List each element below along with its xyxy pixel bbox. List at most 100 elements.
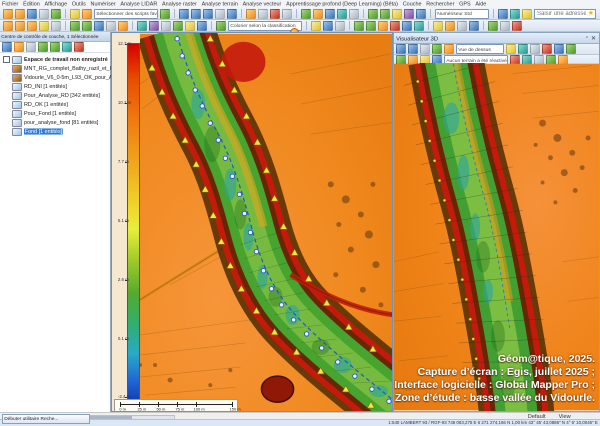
menu-rechercher[interactable]: Rechercher	[426, 0, 454, 7]
layer-row-pour-analyse-fond[interactable]: pour_analyse_fond [81 entités]	[3, 118, 110, 127]
viewer-3d-titlebar[interactable]: Visualisateur 3D ▫ ✕	[394, 33, 599, 44]
contour-icon[interactable]	[414, 21, 424, 31]
v3d-walk-icon[interactable]	[420, 44, 430, 54]
lidar-profile-icon[interactable]	[137, 21, 147, 31]
menu-outils[interactable]: Outils	[72, 0, 86, 7]
zoom-full-icon[interactable]	[203, 9, 213, 19]
vector-layer-icon[interactable]	[12, 119, 22, 127]
path-profile-icon[interactable]	[301, 9, 311, 19]
zoom-in-icon[interactable]	[179, 9, 189, 19]
v3d-wireframe-icon[interactable]	[530, 44, 540, 54]
screenshot-icon[interactable]	[457, 21, 467, 31]
lidar-classify-veg-icon[interactable]	[380, 9, 390, 19]
pan-icon[interactable]	[215, 9, 225, 19]
v3d-fly-icon[interactable]	[432, 44, 442, 54]
viewer-close-icon[interactable]: ✕	[591, 35, 596, 42]
lidar-color-icon[interactable]	[197, 21, 207, 31]
menu-edition[interactable]: Édition	[23, 0, 40, 7]
layer-row-pour-analyse-rd[interactable]: Pour_Analyse_RD [342 entités]	[3, 91, 110, 100]
layer-metadata-icon[interactable]	[62, 42, 72, 52]
menu-gps[interactable]: GPS	[459, 0, 470, 7]
pause-icon[interactable]	[500, 21, 510, 31]
v3d-zoom-out-icon[interactable]	[408, 44, 418, 54]
layer-row-vidourle[interactable]: Vidourle_V6_0-5m_L93_OK_pour_Act_remblai	[3, 73, 110, 82]
favorites-icon[interactable]	[70, 9, 80, 19]
vector-layer-icon[interactable]	[12, 110, 22, 118]
open-file-icon[interactable]	[3, 9, 13, 19]
previous-view-icon[interactable]	[227, 9, 237, 19]
save-icon[interactable]	[27, 9, 37, 19]
workspace-root-row[interactable]: Espace de travail non enregistré	[3, 55, 110, 64]
v3d-info-icon[interactable]	[554, 44, 564, 54]
draw-point-icon[interactable]	[3, 21, 13, 31]
v3d-capture-icon[interactable]	[542, 44, 552, 54]
layer-zoom-icon[interactable]	[2, 42, 12, 52]
lidar-cross-section-icon[interactable]	[149, 21, 159, 31]
menu-couche[interactable]: Couche	[403, 0, 422, 7]
terrain-cut-icon[interactable]	[390, 21, 400, 31]
menu-aide[interactable]: Aide	[475, 0, 486, 7]
export-icon[interactable]	[51, 9, 61, 19]
draw-area-icon[interactable]	[27, 21, 37, 31]
vector-layer-icon[interactable]	[12, 83, 22, 91]
zoom-out-icon[interactable]	[191, 9, 201, 19]
globe-3d-icon[interactable]	[510, 9, 520, 19]
menu-analyse-raster[interactable]: Analyse raster	[162, 0, 197, 7]
lidar-select-icon[interactable]	[161, 21, 171, 31]
layer-up-icon[interactable]	[38, 42, 48, 52]
draw-text-icon[interactable]	[51, 21, 61, 31]
terrain-fill-icon[interactable]	[378, 21, 388, 31]
layer-add-icon[interactable]	[14, 42, 24, 52]
workspace-checkbox[interactable]	[3, 56, 10, 63]
measure-icon[interactable]	[313, 9, 323, 19]
watershed-icon[interactable]	[402, 21, 412, 31]
sun-shading-icon[interactable]	[433, 21, 443, 31]
map-canvas[interactable]	[140, 33, 393, 412]
layer-row-fond-selected[interactable]: Fond [1 entités]	[3, 127, 110, 136]
v3d-sun-icon[interactable]	[506, 44, 516, 54]
classification-check-icon[interactable]	[216, 21, 226, 31]
table-icon[interactable]	[335, 21, 345, 31]
raster-layer-icon[interactable]	[12, 74, 22, 82]
v3d-reset-view-icon[interactable]	[444, 44, 454, 54]
trace-icon[interactable]	[106, 21, 116, 31]
lidar-ground-icon[interactable]	[173, 21, 183, 31]
favorite-star-icon[interactable]: ★	[588, 10, 595, 18]
share-icon[interactable]	[469, 21, 479, 31]
apply-script-icon[interactable]	[160, 9, 170, 19]
lidar-toolbox-icon[interactable]	[416, 9, 426, 19]
v3d-view-combo[interactable]: Vue de dessus▼	[456, 44, 504, 54]
vertex-edit-icon[interactable]	[70, 21, 80, 31]
v3d-zoom-in-icon[interactable]	[396, 44, 406, 54]
menu-numeriser[interactable]: Numériser	[91, 0, 116, 7]
digitizer-mode-combo[interactable]: Numériseur Std▼	[435, 9, 489, 19]
address-search-input[interactable]	[535, 10, 588, 18]
viewer-minimize-icon[interactable]: ▫	[586, 35, 588, 42]
settings-icon[interactable]	[349, 9, 359, 19]
vector-layer-icon[interactable]	[12, 92, 22, 100]
delete-feature-icon[interactable]	[270, 9, 280, 19]
lidar-classify-ground-icon[interactable]	[368, 9, 378, 19]
record-icon[interactable]	[512, 21, 522, 31]
menu-fichier[interactable]: Fichier	[2, 0, 18, 7]
draw-rectangle-icon[interactable]	[39, 21, 49, 31]
layer-remove-icon[interactable]	[74, 42, 84, 52]
layer-row-rd-ok[interactable]: RD_OK [1 entités]	[3, 100, 110, 109]
lidar-noise-icon[interactable]	[185, 21, 195, 31]
filter-icon[interactable]	[311, 21, 321, 31]
digitizer-icon[interactable]	[246, 9, 256, 19]
menu-analyse-vecteur[interactable]: Analyse vecteur	[243, 0, 282, 7]
raster-layer-icon[interactable]	[12, 65, 22, 73]
layer-row-pour-fond[interactable]: Pour_Fond [1 entités]	[3, 109, 110, 118]
scripts-favorites-combo[interactable]: Sélectionner des scripts favo▼	[94, 9, 158, 19]
search-utility-tab[interactable]: Débuter utilitaire Reche...	[2, 414, 90, 424]
buffer-icon[interactable]	[118, 21, 128, 31]
lidar-filter-icon[interactable]	[404, 9, 414, 19]
camera-icon[interactable]	[445, 21, 455, 31]
globe-night-icon[interactable]	[522, 9, 532, 19]
menu-analyse-lidar[interactable]: Analyse LIDAR	[120, 0, 157, 7]
v3d-path-icon[interactable]	[566, 44, 576, 54]
vector-layer-icon[interactable]	[12, 101, 22, 109]
lidar-classify-building-icon[interactable]	[392, 9, 402, 19]
layer-down-icon[interactable]	[50, 42, 60, 52]
